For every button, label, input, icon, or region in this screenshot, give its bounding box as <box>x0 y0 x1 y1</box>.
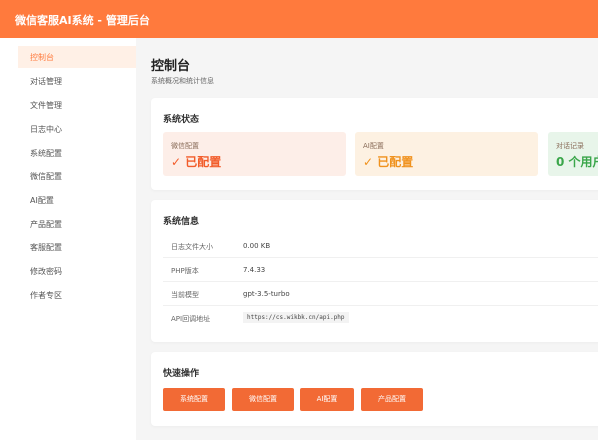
status-label: 对话记录 <box>556 142 584 150</box>
status-card-conversations: 对话记录 0 个用户 <box>548 132 598 176</box>
status-value: 0 个用户 <box>556 155 598 169</box>
api-callback-url: https://cs.wikbk.cn/api.php <box>243 312 349 323</box>
sidebar-item-author-zone[interactable]: 作者专区 <box>18 284 136 306</box>
sidebar-item-product-config[interactable]: 产品配置 <box>18 213 136 235</box>
system-status-card: 系统状态 微信配置 ✓ 已配置 AI配置 ✓ 已配置 对话记录 0 个用户 <box>151 98 598 190</box>
sidebar-item-label: 作者专区 <box>30 291 62 300</box>
card-title: 系统状态 <box>163 115 200 125</box>
ai-config-button[interactable]: AI配置 <box>300 388 354 411</box>
sidebar-item-ai-config[interactable]: AI配置 <box>18 189 136 211</box>
product-config-button[interactable]: 产品配置 <box>361 388 423 411</box>
sidebar-item-label: 系统配置 <box>30 149 62 158</box>
wechat-config-button[interactable]: 微信配置 <box>232 388 294 411</box>
page-subtitle: 系统概况和统计信息 <box>151 77 214 85</box>
status-card-ai: AI配置 ✓ 已配置 <box>355 132 538 176</box>
status-label: 微信配置 <box>171 142 199 150</box>
sidebar-item-label: 产品配置 <box>30 220 62 229</box>
info-key: API回调地址 <box>171 315 211 323</box>
status-label: AI配置 <box>363 142 384 150</box>
sidebar-item-label: 控制台 <box>30 53 54 62</box>
sidebar-item-label: 文件管理 <box>30 101 62 110</box>
page-title: 控制台 <box>151 59 191 74</box>
sidebar-item-label: 客服配置 <box>30 243 62 252</box>
sidebar-item-change-password[interactable]: 修改密码 <box>18 260 136 282</box>
info-key: PHP版本 <box>171 267 199 275</box>
info-value: 7.4.33 <box>243 266 266 274</box>
sidebar-item-label: 微信配置 <box>30 172 62 181</box>
sidebar-item-wechat-config[interactable]: 微信配置 <box>18 165 136 187</box>
status-value: ✓ 已配置 <box>363 155 414 169</box>
sidebar-item-conversations[interactable]: 对话管理 <box>18 70 136 92</box>
card-title: 快速操作 <box>163 369 200 379</box>
info-key: 日志文件大小 <box>171 243 213 251</box>
sidebar-item-dashboard[interactable]: 控制台 <box>18 46 136 68</box>
info-value: 0.00 KB <box>243 242 271 250</box>
system-config-button[interactable]: 系统配置 <box>163 388 225 411</box>
sidebar-item-logs[interactable]: 日志中心 <box>18 118 136 140</box>
info-row: 当前模型 gpt-3.5-turbo <box>163 282 598 306</box>
info-row: 日志文件大小 0.00 KB <box>163 234 598 258</box>
info-key: 当前模型 <box>171 291 199 299</box>
info-row: API回调地址 https://cs.wikbk.cn/api.php <box>163 306 598 330</box>
sidebar: 控制台 对话管理 文件管理 日志中心 系统配置 微信配置 AI配置 产品配置 客… <box>0 38 136 440</box>
status-value: ✓ 已配置 <box>171 155 222 169</box>
card-title: 系统信息 <box>163 217 200 227</box>
top-header: 微信客服AI系统 - 管理后台 <box>0 0 598 38</box>
info-row: PHP版本 7.4.33 <box>163 258 598 282</box>
sidebar-item-label: 对话管理 <box>30 77 62 86</box>
sidebar-item-label: AI配置 <box>30 196 54 205</box>
sidebar-item-label: 修改密码 <box>30 267 62 276</box>
sidebar-item-cs-config[interactable]: 客服配置 <box>18 236 136 258</box>
sidebar-item-system-config[interactable]: 系统配置 <box>18 142 136 164</box>
sidebar-item-files[interactable]: 文件管理 <box>18 94 136 116</box>
info-value: gpt-3.5-turbo <box>243 290 290 298</box>
sidebar-item-label: 日志中心 <box>30 125 62 134</box>
app-title: 微信客服AI系统 - 管理后台 <box>15 14 150 27</box>
system-info-card: 系统信息 日志文件大小 0.00 KB PHP版本 7.4.33 当前模型 gp… <box>151 200 598 342</box>
status-card-wechat: 微信配置 ✓ 已配置 <box>163 132 346 176</box>
main-content: 控制台 系统概况和统计信息 系统状态 微信配置 ✓ 已配置 AI配置 ✓ 已配置… <box>136 38 598 440</box>
quick-actions-card: 快速操作 系统配置 微信配置 AI配置 产品配置 <box>151 352 598 426</box>
